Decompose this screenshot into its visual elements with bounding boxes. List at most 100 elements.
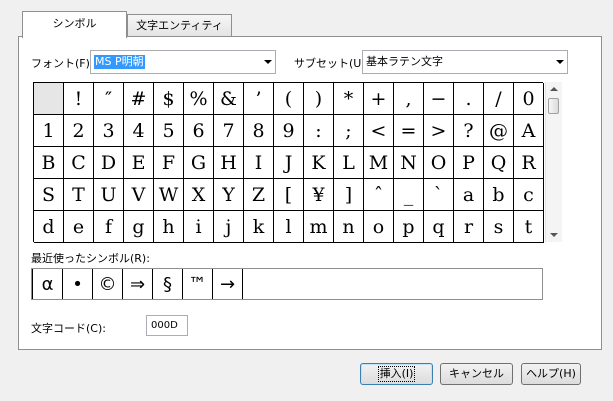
symbol-cell[interactable]: 4: [124, 115, 154, 147]
symbol-cell[interactable]: ″: [94, 83, 124, 115]
symbol-cell[interactable]: g: [124, 211, 154, 243]
symbol-cell[interactable]: ¥: [304, 179, 334, 211]
symbol-cell[interactable]: #: [124, 83, 154, 115]
symbol-cell[interactable]: <: [364, 115, 394, 147]
symbol-cell[interactable]: H: [214, 147, 244, 179]
symbol-cell[interactable]: 8: [244, 115, 274, 147]
cancel-button[interactable]: キャンセル: [440, 363, 513, 385]
symbol-cell[interactable]: h: [154, 211, 184, 243]
symbol-cell[interactable]: O: [424, 147, 454, 179]
symbol-cell[interactable]: c: [514, 179, 544, 211]
font-select[interactable]: MS P明朝: [90, 50, 276, 74]
symbol-cell[interactable]: i: [184, 211, 214, 243]
symbol-cell[interactable]: l: [274, 211, 304, 243]
symbol-cell[interactable]: 2: [64, 115, 94, 147]
symbol-cell[interactable]: r: [454, 211, 484, 243]
recent-symbol-cell[interactable]: ⇒: [123, 269, 153, 299]
symbol-cell[interactable]: .: [454, 83, 484, 115]
symbol-cell[interactable]: +: [364, 83, 394, 115]
symbol-cell[interactable]: ;: [334, 115, 364, 147]
symbol-cell[interactable]: I: [244, 147, 274, 179]
symbol-cell[interactable]: L: [334, 147, 364, 179]
symbol-cell[interactable]: >: [424, 115, 454, 147]
symbol-cell[interactable]: 1: [34, 115, 64, 147]
symbol-cell[interactable]: P: [454, 147, 484, 179]
symbol-cell[interactable]: W: [154, 179, 184, 211]
recent-symbol-cell[interactable]: ™: [183, 269, 213, 299]
symbol-cell[interactable]: @: [484, 115, 514, 147]
symbol-cell[interactable]: Z: [244, 179, 274, 211]
symbol-cell[interactable]: M: [364, 147, 394, 179]
symbol-grid[interactable]: ! ″ # $% &’() * +, −./0 1 2 3 4 5 6 7 8 9:; < = >? @ A B C D E F G H…: [33, 82, 544, 243]
symbol-cell[interactable]: R: [514, 147, 544, 179]
symbol-cell[interactable]: U: [94, 179, 124, 211]
symbol-cell[interactable]: *: [334, 83, 364, 115]
symbol-cell[interactable]: (: [274, 83, 304, 115]
symbol-cell[interactable]: p: [394, 211, 424, 243]
insert-button[interactable]: 挿入(I): [360, 363, 433, 385]
symbol-cell[interactable]: [34, 83, 64, 115]
symbol-cell[interactable]: :: [304, 115, 334, 147]
recent-symbol-cell[interactable]: →: [213, 269, 243, 299]
recent-symbol-cell[interactable]: •: [63, 269, 93, 299]
symbol-cell[interactable]: 6: [184, 115, 214, 147]
recent-symbols-list[interactable]: α • © ⇒ § ™ →: [31, 268, 543, 300]
symbol-cell[interactable]: N: [394, 147, 424, 179]
symbol-cell[interactable]: 7: [214, 115, 244, 147]
symbol-cell[interactable]: _: [394, 179, 424, 211]
symbol-cell[interactable]: X: [184, 179, 214, 211]
scrollbar-thumb[interactable]: [548, 98, 559, 114]
symbol-cell[interactable]: V: [124, 179, 154, 211]
symbol-cell[interactable]: d: [34, 211, 64, 243]
symbol-cell[interactable]: 3: [94, 115, 124, 147]
symbol-cell[interactable]: G: [184, 147, 214, 179]
symbol-cell[interactable]: !: [64, 83, 94, 115]
symbol-cell[interactable]: ,: [394, 83, 424, 115]
tab-symbol[interactable]: シンボル: [22, 11, 127, 38]
symbol-cell[interactable]: Y: [214, 179, 244, 211]
symbol-cell[interactable]: F: [154, 147, 184, 179]
symbol-cell[interactable]: o: [364, 211, 394, 243]
symbol-cell[interactable]: K: [304, 147, 334, 179]
char-code-input[interactable]: 000D: [146, 315, 188, 336]
symbol-cell[interactable]: &: [214, 83, 244, 115]
symbol-grid-scrollbar[interactable]: [545, 82, 562, 242]
symbol-cell[interactable]: −: [424, 83, 454, 115]
symbol-cell[interactable]: /: [484, 83, 514, 115]
symbol-cell[interactable]: [: [274, 179, 304, 211]
symbol-cell[interactable]: %: [184, 83, 214, 115]
symbol-cell[interactable]: s: [484, 211, 514, 243]
symbol-cell[interactable]: n: [334, 211, 364, 243]
symbol-cell[interactable]: T: [64, 179, 94, 211]
symbol-cell[interactable]: A: [514, 115, 544, 147]
symbol-cell[interactable]: k: [244, 211, 274, 243]
symbol-cell[interactable]: a: [454, 179, 484, 211]
symbol-cell[interactable]: B: [34, 147, 64, 179]
symbol-cell[interactable]: Q: [484, 147, 514, 179]
symbol-cell[interactable]: ’: [244, 83, 274, 115]
scroll-down-icon[interactable]: [550, 233, 558, 237]
symbol-cell[interactable]: j: [214, 211, 244, 243]
symbol-cell[interactable]: f: [94, 211, 124, 243]
symbol-cell[interactable]: C: [64, 147, 94, 179]
help-button[interactable]: ヘルプ(H): [521, 363, 581, 385]
recent-symbol-cell[interactable]: α: [32, 269, 63, 299]
tab-character-entity[interactable]: 文字エンティティ: [127, 14, 232, 36]
symbol-cell[interactable]: =: [394, 115, 424, 147]
symbol-cell[interactable]: $: [154, 83, 184, 115]
symbol-cell[interactable]: b: [484, 179, 514, 211]
symbol-cell[interactable]: S: [34, 179, 64, 211]
symbol-cell[interactable]: E: [124, 147, 154, 179]
symbol-cell[interactable]: ?: [454, 115, 484, 147]
subset-select[interactable]: 基本ラテン文字: [362, 50, 568, 74]
symbol-cell[interactable]: 5: [154, 115, 184, 147]
symbol-cell[interactable]: 0: [514, 83, 544, 115]
symbol-cell[interactable]: ): [304, 83, 334, 115]
symbol-cell[interactable]: J: [274, 147, 304, 179]
symbol-cell[interactable]: D: [94, 147, 124, 179]
recent-symbol-cell[interactable]: ©: [93, 269, 123, 299]
symbol-cell[interactable]: m: [304, 211, 334, 243]
symbol-cell[interactable]: q: [424, 211, 454, 243]
symbol-cell[interactable]: ˆ: [364, 179, 394, 211]
symbol-cell[interactable]: e: [64, 211, 94, 243]
